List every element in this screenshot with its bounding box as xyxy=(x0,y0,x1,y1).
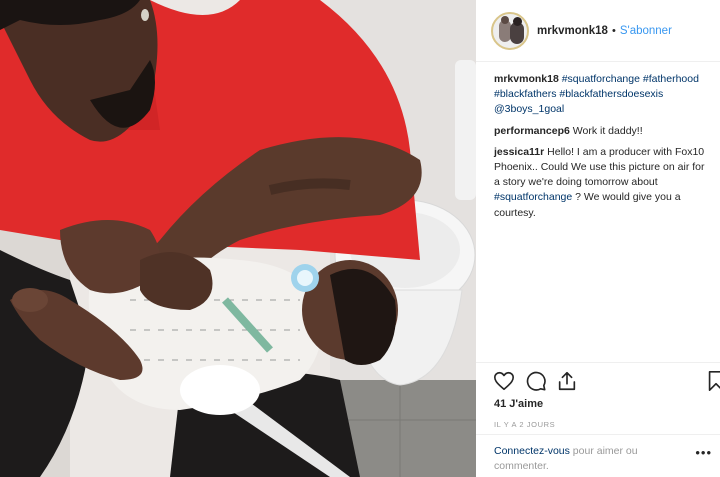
profile-avatar[interactable] xyxy=(491,11,529,50)
follow-button[interactable]: S'abonner xyxy=(620,25,672,37)
post-header: mrkvmonk18 • S'abonner xyxy=(476,0,720,62)
action-icons xyxy=(493,370,720,392)
comment-username[interactable]: jessica11r xyxy=(494,146,544,158)
comment-username[interactable]: performancep6 xyxy=(494,125,570,137)
post-actions: 41 J'aime IL Y A 2 JOURS Connectez-vous … xyxy=(476,362,720,477)
comment-text: Work it daddy!! xyxy=(572,124,643,137)
more-options-icon[interactable]: ••• xyxy=(695,445,712,460)
header-username[interactable]: mrkvmonk18 xyxy=(537,25,608,37)
hashtag-link[interactable]: #blackfathers xyxy=(494,88,556,100)
heart-icon[interactable] xyxy=(493,370,515,392)
comment-item: performancep6 Work it daddy!! xyxy=(494,124,710,139)
hashtag-link[interactable]: #squatforchange xyxy=(562,73,640,85)
post-photo[interactable] xyxy=(0,0,476,477)
caption-username[interactable]: mrkvmonk18 xyxy=(494,73,559,85)
bookmark-icon[interactable] xyxy=(705,370,720,392)
caption: mrkvmonk18 #squatforchange #fatherhood #… xyxy=(494,72,710,118)
login-prompt: Connectez-vous pour aimer ou commenter. xyxy=(476,434,720,477)
header-separator: • xyxy=(611,24,616,37)
hashtag-link[interactable]: #fatherhood xyxy=(643,73,699,85)
hashtag-link[interactable]: #blackfathersdoesexis xyxy=(559,88,663,100)
likes-count[interactable]: 41 J'aime xyxy=(494,398,543,410)
hashtag-link[interactable]: #squatforchange xyxy=(494,191,572,203)
post-image xyxy=(0,0,476,477)
comment-icon[interactable] xyxy=(525,370,547,392)
comments-list: mrkvmonk18 #squatforchange #fatherhood #… xyxy=(476,62,720,362)
mention-link[interactable]: @3boys_1goal xyxy=(494,103,564,115)
comment-item: jessica11r Hello! I am a producer with F… xyxy=(494,145,710,221)
post-side-panel: mrkvmonk18 • S'abonner mrkvmonk18 #squat… xyxy=(476,0,720,477)
share-icon[interactable] xyxy=(556,370,578,392)
post-timestamp: IL Y A 2 JOURS xyxy=(494,420,556,429)
login-link[interactable]: Connectez-vous xyxy=(494,445,570,457)
